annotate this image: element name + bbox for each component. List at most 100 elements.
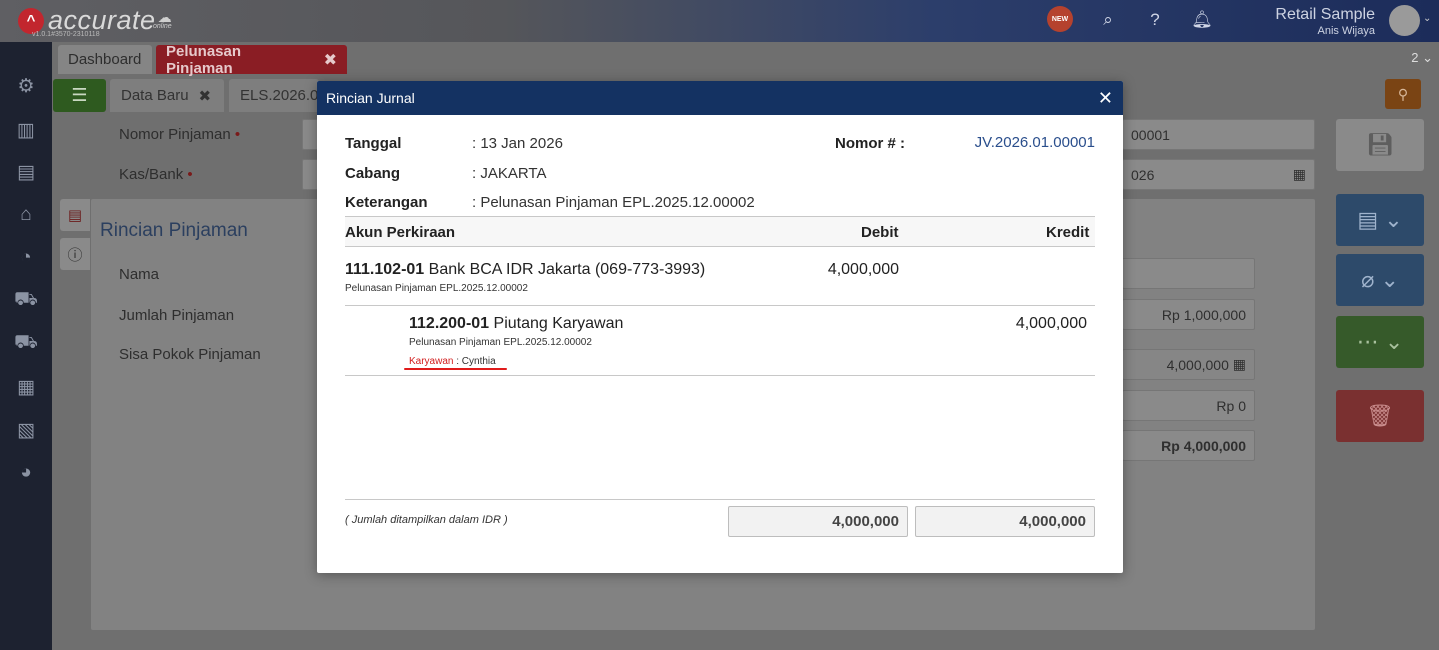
- ellipsis-icon: ⋯ ⌄: [1356, 329, 1404, 354]
- nama-field[interactable]: [1122, 258, 1255, 289]
- modal-title: Rincian Jurnal: [326, 90, 415, 106]
- sales-cart-icon[interactable]: ⛟: [14, 289, 38, 313]
- save-button[interactable]: 💾︎: [1336, 119, 1424, 171]
- search-icon[interactable]: ⌕: [1097, 9, 1119, 31]
- nomor-field[interactable]: 00001: [1122, 119, 1315, 150]
- subtab-data-baru[interactable]: Data Baru ✖: [110, 79, 224, 112]
- company-name: Retail Sample: [1275, 6, 1375, 23]
- close-icon[interactable]: ✖: [199, 87, 212, 105]
- new-feature-badge[interactable]: NEW: [1047, 6, 1073, 32]
- top-bar: ^ accurate ☁ online v1.0.1#3570-2310118 …: [0, 0, 1439, 42]
- karyawan-value: : Cynthia: [456, 356, 496, 367]
- user-name: Anis Wijaya: [1317, 25, 1375, 37]
- sisa-field: Rp 0: [1122, 390, 1255, 421]
- table-row: 112.200-01 Piutang Karyawan: [409, 315, 623, 333]
- modal-header: Rincian Jurnal ✕: [317, 81, 1123, 115]
- table-header: [345, 216, 1095, 247]
- logo-mark-icon: ^: [18, 7, 44, 34]
- location-pin-button[interactable]: ⚲: [1385, 79, 1421, 109]
- total-field: Rp 4,000,000: [1122, 430, 1255, 461]
- keterangan-value: : Pelunasan Pinjaman EPL.2025.12.00002: [472, 194, 755, 211]
- close-icon[interactable]: ✕: [1098, 88, 1113, 109]
- inventory-icon[interactable]: ▦: [14, 375, 38, 399]
- document-icon: ▤ ⌄: [1357, 207, 1403, 232]
- info-icon[interactable]: ⓘ: [60, 238, 90, 270]
- subtab-label: ELS.2026.0: [240, 87, 319, 104]
- avatar[interactable]: [1389, 5, 1420, 36]
- app-version: v1.0.1#3570-2310118: [32, 31, 100, 38]
- jumlah-pinjaman-label: Jumlah Pinjaman: [119, 307, 235, 324]
- tab-dashboard[interactable]: Dashboard: [58, 45, 152, 74]
- company-info[interactable]: Retail Sample Anis Wijaya: [1275, 6, 1375, 37]
- tab-count[interactable]: 2 ⌄: [1411, 50, 1433, 66]
- detail-doc-icon[interactable]: ▤: [60, 199, 90, 231]
- more-options-button[interactable]: ⋯ ⌄: [1336, 316, 1424, 368]
- account-code: 111.102-01: [345, 261, 425, 278]
- tax-document-icon[interactable]: ▧: [14, 418, 38, 442]
- highlight-underline: [404, 368, 507, 370]
- row-note: Pelunasan Pinjaman EPL.2025.12.00002: [409, 337, 592, 348]
- sisa-pokok-label: Sisa Pokok Pinjaman: [119, 346, 261, 363]
- bank-icon[interactable]: ⌂: [14, 203, 38, 227]
- purchase-cart-icon[interactable]: ⛟: [14, 332, 38, 356]
- footer-divider: [345, 499, 1095, 500]
- list-icon: ☰: [71, 85, 88, 105]
- account-code: 112.200-01: [409, 315, 490, 332]
- calendar-icon[interactable]: ▦: [1293, 166, 1306, 183]
- total-debit: 4,000,000: [728, 506, 908, 537]
- table-row: 111.102-01 Bank BCA IDR Jakarta (069-773…: [345, 261, 705, 279]
- tanggal-value: : 13 Jan 2026: [472, 135, 563, 152]
- date-field[interactable]: 026 ▦: [1122, 159, 1315, 190]
- paperclip-icon: ⌀ ⌄: [1361, 267, 1399, 292]
- kas-bank-label: Kas/Bank •: [119, 166, 193, 183]
- cabang-label: Cabang: [345, 165, 401, 182]
- row-debit: 4,000,000: [827, 261, 899, 278]
- trash-icon: 🗑︎: [1366, 403, 1394, 428]
- nomor-label: Nomor # :: [835, 135, 906, 152]
- sidebar: ⚙ ▥ ▤ ⌂ ◔ ⛟ ⛟ ▦ ▧ ◕: [0, 42, 52, 650]
- jumlah-pinjaman-field: Rp 1,000,000: [1122, 299, 1255, 330]
- row-note: Pelunasan Pinjaman EPL.2025.12.00002: [345, 283, 528, 294]
- account-name: Piutang Karyawan: [493, 315, 624, 332]
- attachment-menu-button[interactable]: ⌀ ⌄: [1336, 254, 1424, 306]
- journal-detail-modal: Rincian Jurnal ✕ Tanggal : 13 Jan 2026 N…: [317, 81, 1123, 573]
- karyawan-info: Karyawan : Cynthia: [409, 356, 496, 367]
- keterangan-label: Keterangan: [345, 194, 428, 211]
- row-divider: [345, 375, 1095, 376]
- bell-icon[interactable]: 🔔︎: [1191, 9, 1213, 31]
- nama-label: Nama: [119, 266, 160, 283]
- row-kredit: 4,000,000: [1015, 315, 1087, 332]
- help-icon[interactable]: ?: [1144, 9, 1166, 31]
- print-menu-button[interactable]: ▤ ⌄: [1336, 194, 1424, 246]
- tanggal-label: Tanggal: [345, 135, 402, 152]
- journal-number[interactable]: JV.2026.01.00001: [975, 134, 1095, 151]
- chevron-down-icon[interactable]: ⌄: [1423, 13, 1431, 24]
- money-bag-icon[interactable]: ◔: [14, 246, 38, 270]
- pin-icon: ⚲: [1397, 85, 1409, 102]
- list-view-button[interactable]: ☰: [53, 79, 106, 112]
- panel-title: Rincian Pinjaman: [100, 220, 248, 241]
- bayar-field[interactable]: 4,000,000 ▦: [1122, 349, 1255, 380]
- account-name: Bank BCA IDR Jakarta (069-773-3993): [428, 261, 706, 278]
- column-debit: Debit: [861, 224, 899, 241]
- row-divider: [345, 305, 1095, 306]
- company-building-icon[interactable]: ▥: [14, 118, 38, 142]
- settings-gear-icon[interactable]: ⚙: [14, 74, 38, 98]
- column-akun: Akun Perkiraan: [345, 224, 456, 241]
- cabang-value: : JAKARTA: [472, 165, 547, 182]
- tab-label: Pelunasan Pinjaman: [166, 42, 242, 77]
- subtab-document[interactable]: ELS.2026.0: [229, 79, 319, 112]
- close-icon[interactable]: ✖: [324, 50, 337, 70]
- subtab-label: Data Baru: [121, 87, 189, 104]
- total-kredit: 4,000,000: [915, 506, 1095, 537]
- brand-sub: online: [153, 23, 172, 30]
- karyawan-label: Karyawan: [409, 356, 454, 367]
- currency-note: ( Jumlah ditampilkan dalam IDR ): [345, 514, 508, 526]
- nomor-pinjaman-label: Nomor Pinjaman •: [119, 126, 241, 143]
- ledger-book-icon[interactable]: ▤: [14, 160, 38, 184]
- tab-pelunasan-pinjaman[interactable]: Pelunasan Pinjaman ✖: [156, 42, 347, 77]
- delete-button[interactable]: 🗑︎: [1336, 390, 1424, 442]
- calculator-icon[interactable]: ▦: [1233, 356, 1246, 373]
- column-kredit: Kredit: [1046, 224, 1090, 241]
- report-chart-icon[interactable]: ◕: [14, 461, 38, 485]
